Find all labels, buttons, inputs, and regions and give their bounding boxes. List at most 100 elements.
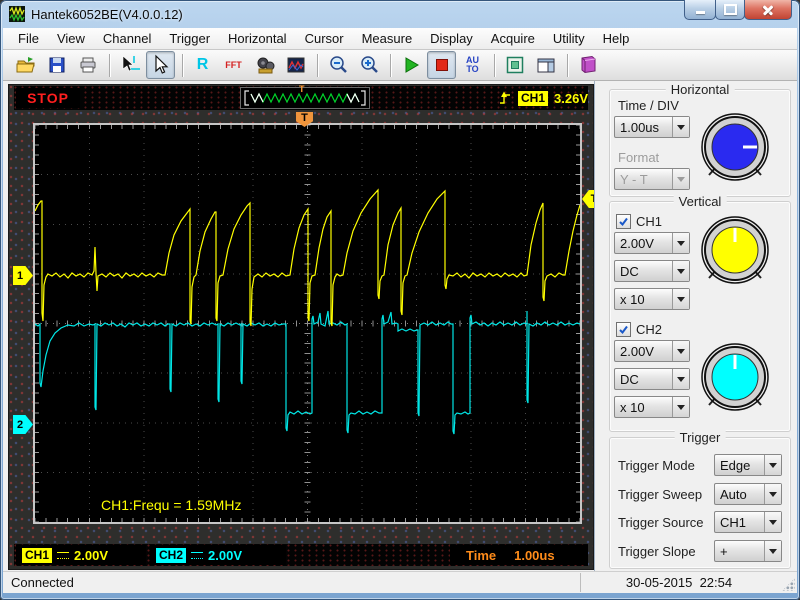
title-bar[interactable]: Hantek6052BE(V4.0.0.12) <box>0 0 800 28</box>
trigger-sweep-select[interactable]: Auto <box>714 483 782 505</box>
horizontal-position-knob[interactable] <box>697 109 773 185</box>
trigger-mode-label: Trigger Mode <box>618 458 695 473</box>
toolbar-separator <box>390 53 391 77</box>
fft-button[interactable]: FFT <box>219 51 248 79</box>
trigger-group: Trigger Trigger Mode Edge Trigger Sweep … <box>609 430 791 569</box>
menu-item-file[interactable]: File <box>9 29 48 48</box>
ch2-probe-select[interactable]: x 10 <box>614 396 690 418</box>
status-datetime-cell: 30-05-2015 22:54 <box>580 573 777 592</box>
open-file-button[interactable] <box>11 51 40 79</box>
panel-layout-button[interactable] <box>531 51 560 79</box>
chevron-down-icon[interactable] <box>672 341 689 361</box>
ch2-position-knob[interactable] <box>697 339 773 415</box>
frequency-readout: CH1:Frequ = 1.59MHz <box>101 497 242 513</box>
knob-icon <box>701 216 769 284</box>
ch2-checkbox-label: CH2 <box>636 322 663 337</box>
status-bar: Connected 30-05-2015 22:54 <box>3 571 797 593</box>
chevron-down-icon[interactable] <box>764 541 781 561</box>
help-button[interactable] <box>573 51 602 79</box>
run-button[interactable] <box>396 51 425 79</box>
trigger-readout: CH1 3.26V <box>470 88 588 108</box>
chevron-down-icon[interactable] <box>672 289 689 309</box>
print-button[interactable] <box>73 51 102 79</box>
auto-setup-icon: AU TO <box>466 55 479 74</box>
menu-item-acquire[interactable]: Acquire <box>482 29 544 48</box>
time-value: 1.00us <box>514 547 555 563</box>
trigger-mode-select[interactable]: Edge <box>714 454 782 476</box>
trigger-source-select[interactable]: CH1 <box>714 511 782 533</box>
menu-item-view[interactable]: View <box>48 29 94 48</box>
menu-item-help[interactable]: Help <box>594 29 639 48</box>
zoom-in-icon <box>360 56 378 73</box>
format-label: Format <box>618 150 660 165</box>
reference-icon: R <box>196 56 209 73</box>
acquisition-preview[interactable] <box>240 87 370 109</box>
maximize-icon <box>723 4 737 15</box>
checkbox-checked-icon[interactable] <box>616 322 631 337</box>
ch2-volts-select[interactable]: 2.00V <box>614 340 690 362</box>
app-window: Hantek6052BE(V4.0.0.12) File View Channel T… <box>0 0 800 600</box>
toolbar-separator <box>182 53 183 77</box>
waveform-display-button[interactable] <box>281 51 310 79</box>
chevron-down-icon[interactable] <box>672 233 689 253</box>
close-button[interactable] <box>744 0 792 20</box>
minimize-button[interactable] <box>684 0 716 20</box>
chevron-down-icon[interactable] <box>764 455 781 475</box>
ch2-coupling-select[interactable]: DC <box>614 368 690 390</box>
ch1-enable-checkbox[interactable]: CH1 <box>616 214 662 229</box>
checkbox-checked-icon[interactable] <box>616 214 631 229</box>
time-div-select[interactable]: 1.00us <box>614 116 690 138</box>
waveform-display: CH1:Frequ = 1.59MHz <box>33 123 582 524</box>
pointer-button[interactable] <box>146 51 175 79</box>
stop-button[interactable] <box>427 51 456 79</box>
horizontal-group-title: Horizontal <box>665 82 735 97</box>
ch1-probe-select[interactable]: x 10 <box>614 288 690 310</box>
reference-button[interactable]: R <box>188 51 217 79</box>
auto-setup-button[interactable]: AU TO <box>458 51 487 79</box>
toolbar: R FFT AU TO <box>3 50 797 81</box>
zoom-in-button[interactable] <box>354 51 383 79</box>
menu-item-channel[interactable]: Channel <box>94 29 160 48</box>
trigger-sweep-label: Trigger Sweep <box>618 487 703 502</box>
zoom-out-icon <box>329 56 347 73</box>
run-icon <box>405 57 419 73</box>
chevron-down-icon[interactable] <box>672 397 689 417</box>
cursor-measure-icon <box>122 55 140 72</box>
menu-item-display[interactable]: Display <box>421 29 482 48</box>
trigger-level-value: 3.26V <box>554 90 588 106</box>
trigger-slope-select[interactable]: + <box>714 540 782 562</box>
trigger-channel-badge: CH1 <box>518 90 549 106</box>
ch2-readout: CH2 2.00V <box>150 545 286 565</box>
menu-item-utility[interactable]: Utility <box>544 29 594 48</box>
menu-item-cursor[interactable]: Cursor <box>296 29 353 48</box>
menu-item-measure[interactable]: Measure <box>353 29 422 48</box>
ch1-coupling-select[interactable]: DC <box>614 260 690 282</box>
record-button[interactable] <box>250 51 279 79</box>
minimize-icon <box>695 11 705 14</box>
maximize-button[interactable] <box>715 0 745 20</box>
status-datetime: 30-05-2015 22:54 <box>625 575 733 590</box>
trigger-slope-label: Trigger Slope <box>618 544 696 559</box>
chevron-down-icon[interactable] <box>672 261 689 281</box>
chevron-down-icon[interactable] <box>764 484 781 504</box>
save-icon <box>49 57 64 73</box>
fit-screen-button[interactable] <box>500 51 529 79</box>
ch1-volts-select[interactable]: 2.00V <box>614 232 690 254</box>
status-connection-text: Connected <box>11 575 74 590</box>
ch1-position-knob[interactable] <box>697 212 773 288</box>
ch2-enable-checkbox[interactable]: CH2 <box>616 322 662 337</box>
chevron-down-icon[interactable] <box>672 117 689 137</box>
chevron-down-icon <box>672 169 689 189</box>
menu-item-horizontal[interactable]: Horizontal <box>219 29 296 48</box>
save-button[interactable] <box>42 51 71 79</box>
toolbar-separator <box>317 53 318 77</box>
ch1-readout: CH1 2.00V <box>16 545 146 565</box>
cursor-measure-button[interactable] <box>115 51 144 79</box>
resize-grip-icon[interactable] <box>782 578 795 591</box>
chevron-down-icon[interactable] <box>764 512 781 532</box>
chevron-down-icon[interactable] <box>672 369 689 389</box>
zoom-out-button[interactable] <box>323 51 352 79</box>
close-icon <box>762 4 774 16</box>
menu-item-trigger[interactable]: Trigger <box>160 29 219 48</box>
fft-icon: FFT <box>225 60 242 70</box>
